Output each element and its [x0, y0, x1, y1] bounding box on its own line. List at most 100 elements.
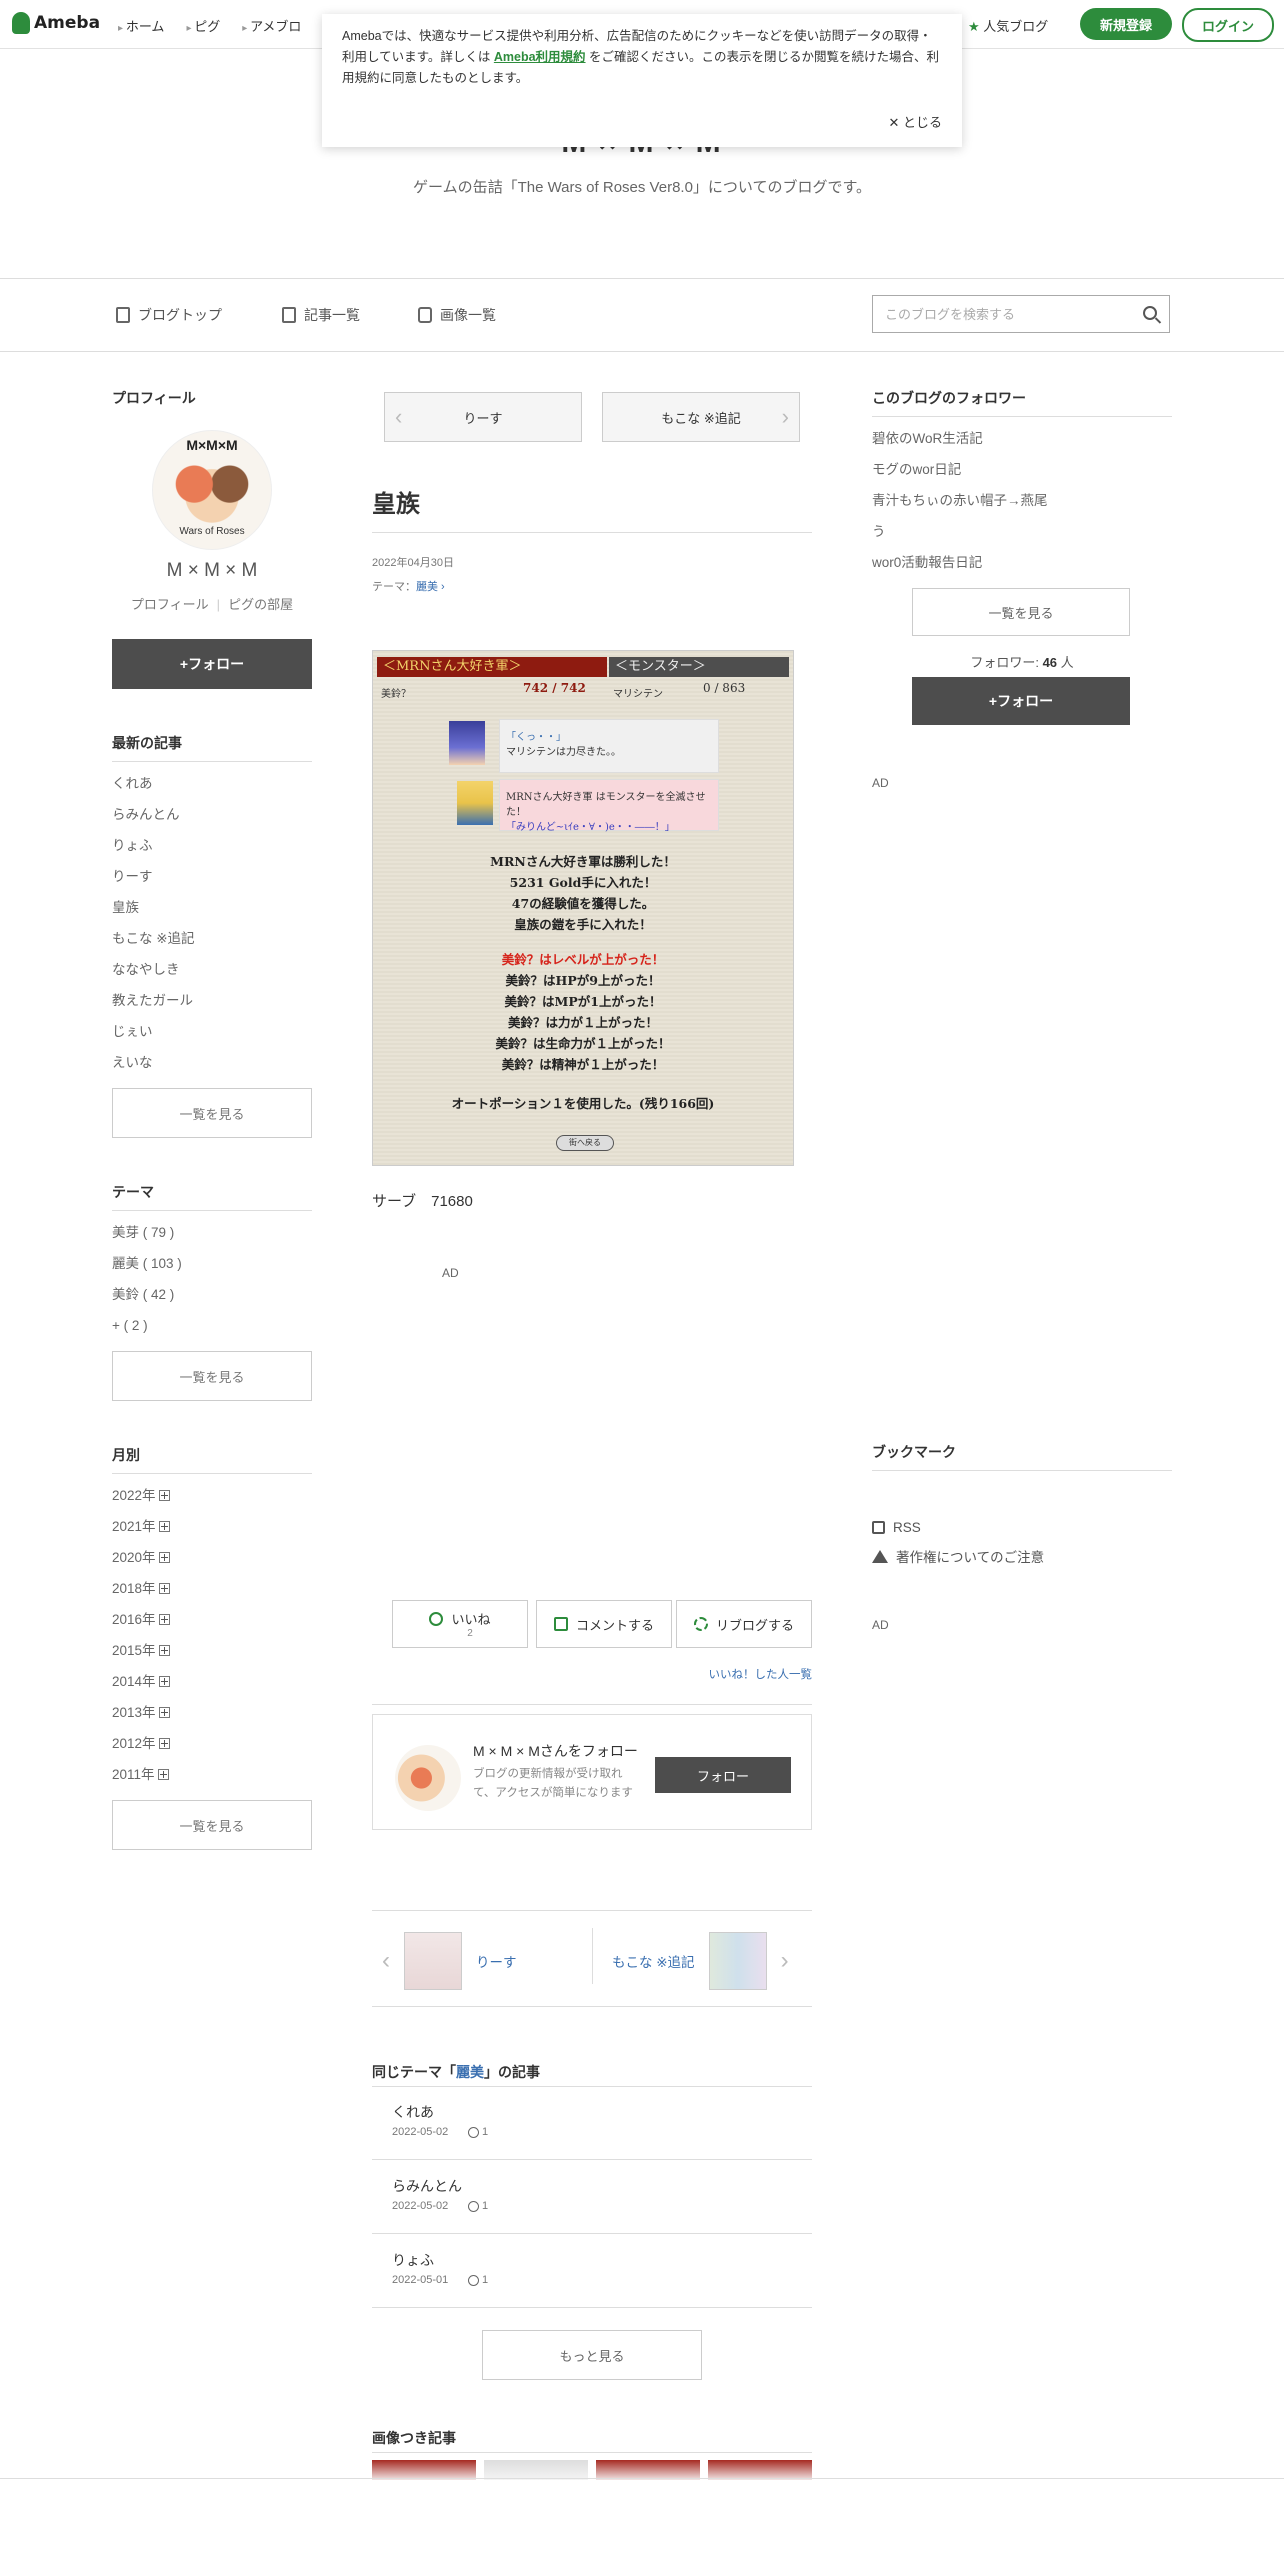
follower-blog-link[interactable]: う	[872, 516, 1172, 547]
cookie-close-button[interactable]: ✕ とじる	[888, 112, 942, 133]
like-button[interactable]: いいね 2	[392, 1600, 528, 1648]
month-item[interactable]: 2014年	[112, 1666, 312, 1697]
prev-post-link[interactable]: ‹ りーす	[382, 1932, 517, 1990]
list-item[interactable]: じぇい	[112, 1016, 312, 1047]
month-label: 2016年	[112, 1612, 156, 1627]
expand-icon[interactable]	[158, 1521, 170, 1532]
month-item[interactable]: 2021年	[112, 1511, 312, 1542]
more-button[interactable]: もっと見る	[482, 2330, 702, 2380]
month-item[interactable]: 2011年	[112, 1759, 312, 1790]
next-article-button[interactable]: もこな ※追記 ›	[602, 392, 800, 442]
nav-home[interactable]: ホーム	[118, 16, 165, 35]
result-line: 5231 Gold手に入れた！	[509, 875, 657, 890]
month-item[interactable]: 2012年	[112, 1728, 312, 1759]
list-item[interactable]: えいな	[112, 1047, 312, 1078]
article-title[interactable]: 皇族	[372, 484, 420, 519]
author-name[interactable]: M × M × M	[112, 560, 312, 582]
image-list-link[interactable]: 画像一覧	[418, 305, 496, 325]
follower-blog-link[interactable]: 碧依のWoR生活記	[872, 423, 1172, 454]
expand-icon[interactable]	[157, 1769, 169, 1780]
liked-users-link[interactable]: いいね！した人一覧	[709, 1666, 813, 1682]
comment-button[interactable]: コメントする	[536, 1600, 672, 1648]
recent-more-button[interactable]: 一覧を見る	[112, 1088, 312, 1138]
profile-follow-button[interactable]: +フォロー	[112, 639, 312, 689]
month-item[interactable]: 2015年	[112, 1635, 312, 1666]
list-item[interactable]: 教えたガール	[112, 985, 312, 1016]
list-item[interactable]: らみんとん	[112, 799, 312, 830]
image-article-thumbnail[interactable]	[596, 2460, 700, 2480]
prev-post-thumbnail	[404, 1932, 462, 1990]
expand-icon[interactable]	[158, 1490, 170, 1501]
avatar[interactable]	[395, 1745, 461, 1811]
theme-more-button[interactable]: 一覧を見る	[112, 1351, 312, 1401]
copyright-notice-link[interactable]: 著作権についてのご注意	[872, 1546, 1044, 1566]
search-icon[interactable]	[1143, 306, 1157, 320]
list-item[interactable]: 麗美 ( 103 )	[112, 1248, 312, 1279]
rss-link[interactable]: RSS	[872, 1520, 921, 1535]
list-item[interactable]: 美芽 ( 79 )	[112, 1217, 312, 1248]
month-item[interactable]: 2016年	[112, 1604, 312, 1635]
follow-button[interactable]: フォロー	[655, 1757, 791, 1793]
month-label: 2013年	[112, 1705, 156, 1720]
article-list-link[interactable]: 記事一覧	[282, 305, 360, 325]
pigg-room-link[interactable]: ピグの部屋	[228, 597, 293, 612]
follower-blog-link[interactable]: 青汁もちぃの赤い帽子→燕尾	[872, 485, 1172, 516]
follower-blog-link[interactable]: モグのwor日記	[872, 454, 1172, 485]
same-item-likes: 1	[468, 2200, 488, 2212]
expand-icon[interactable]	[158, 1676, 170, 1687]
next-post-link[interactable]: もこな ※追記 ›	[612, 1932, 789, 1990]
list-item[interactable]: + ( 2 )	[112, 1310, 312, 1341]
list-item[interactable]: りょふ 2022-05-01 1	[372, 2234, 812, 2308]
nav-ameblo[interactable]: アメブロ	[242, 16, 301, 35]
list-item[interactable]: もこな ※追記	[112, 923, 312, 954]
sidebar-follow-button[interactable]: +フォロー	[912, 677, 1130, 725]
rss-label: RSS	[893, 1520, 921, 1535]
enemy-header: ＜モンスター＞	[609, 657, 789, 677]
article-image[interactable]: ＜MRNさん大好き軍＞ ＜モンスター＞ 美鈴？ 742 / 742 マリシテン …	[372, 650, 794, 1166]
month-item[interactable]: 2013年	[112, 1697, 312, 1728]
month-label: 2014年	[112, 1674, 156, 1689]
theme-link[interactable]: 麗美	[416, 581, 438, 593]
image-article-thumbnail[interactable]	[708, 2460, 812, 2480]
blog-description: ゲームの缶詰「The Wars of Roses Ver8.0」についてのブログ…	[413, 179, 871, 196]
list-item[interactable]: ななやしき	[112, 954, 312, 985]
list-item[interactable]: りーす	[112, 861, 312, 892]
nav-pigg[interactable]: ピグ	[186, 16, 220, 35]
list-item[interactable]: くれあ 2022-05-02 1	[372, 2086, 812, 2160]
terms-link[interactable]: Ameba利用規約	[494, 50, 586, 64]
signup-button[interactable]: 新規登録	[1080, 8, 1172, 40]
popular-blog-link[interactable]: ★ 人気ブログ	[968, 16, 1048, 35]
like-count: 1	[482, 2274, 489, 2286]
followers-more-button[interactable]: 一覧を見る	[912, 588, 1130, 636]
list-item[interactable]: 美鈴 ( 42 )	[112, 1279, 312, 1310]
monthly-more-button[interactable]: 一覧を見る	[112, 1800, 312, 1850]
reblog-button[interactable]: リブログする	[676, 1600, 812, 1648]
follower-blog-link[interactable]: wor0活動報告日記	[872, 547, 1172, 578]
expand-icon[interactable]	[158, 1552, 170, 1563]
month-item[interactable]: 2018年	[112, 1573, 312, 1604]
list-item[interactable]: 皇族	[112, 892, 312, 923]
prev-article-button[interactable]: ‹ りーす	[384, 392, 582, 442]
expand-icon[interactable]	[158, 1738, 170, 1749]
profile-avatar[interactable]: M×M×M Wars of Roses	[152, 430, 272, 550]
login-button[interactable]: ログイン	[1182, 8, 1274, 42]
image-article-thumbnail[interactable]	[372, 2460, 476, 2480]
follow-card: M × M × Mさんをフォロー ブログの更新情報が受け取れて、アクセスが簡単に…	[372, 1714, 812, 1830]
image-article-thumbnail[interactable]	[484, 2460, 588, 2480]
expand-icon[interactable]	[158, 1614, 170, 1625]
back-to-town-button: 街へ戻る	[556, 1135, 614, 1151]
blog-top-link[interactable]: ブログトップ	[116, 305, 222, 325]
expand-icon[interactable]	[158, 1707, 170, 1718]
same-theme-link[interactable]: 麗美	[456, 2064, 484, 2080]
expand-icon[interactable]	[158, 1645, 170, 1656]
list-item[interactable]: くれあ	[112, 768, 312, 799]
list-item[interactable]: りょふ	[112, 830, 312, 861]
list-item[interactable]: らみんとん 2022-05-02 1	[372, 2160, 812, 2234]
month-item[interactable]: 2022年	[112, 1480, 312, 1511]
profile-link[interactable]: プロフィール	[131, 597, 209, 612]
search-input[interactable]	[883, 296, 1127, 332]
expand-icon[interactable]	[158, 1583, 170, 1594]
ameba-logo[interactable]: Ameba	[12, 12, 100, 34]
month-item[interactable]: 2020年	[112, 1542, 312, 1573]
month-label: 2018年	[112, 1581, 156, 1596]
